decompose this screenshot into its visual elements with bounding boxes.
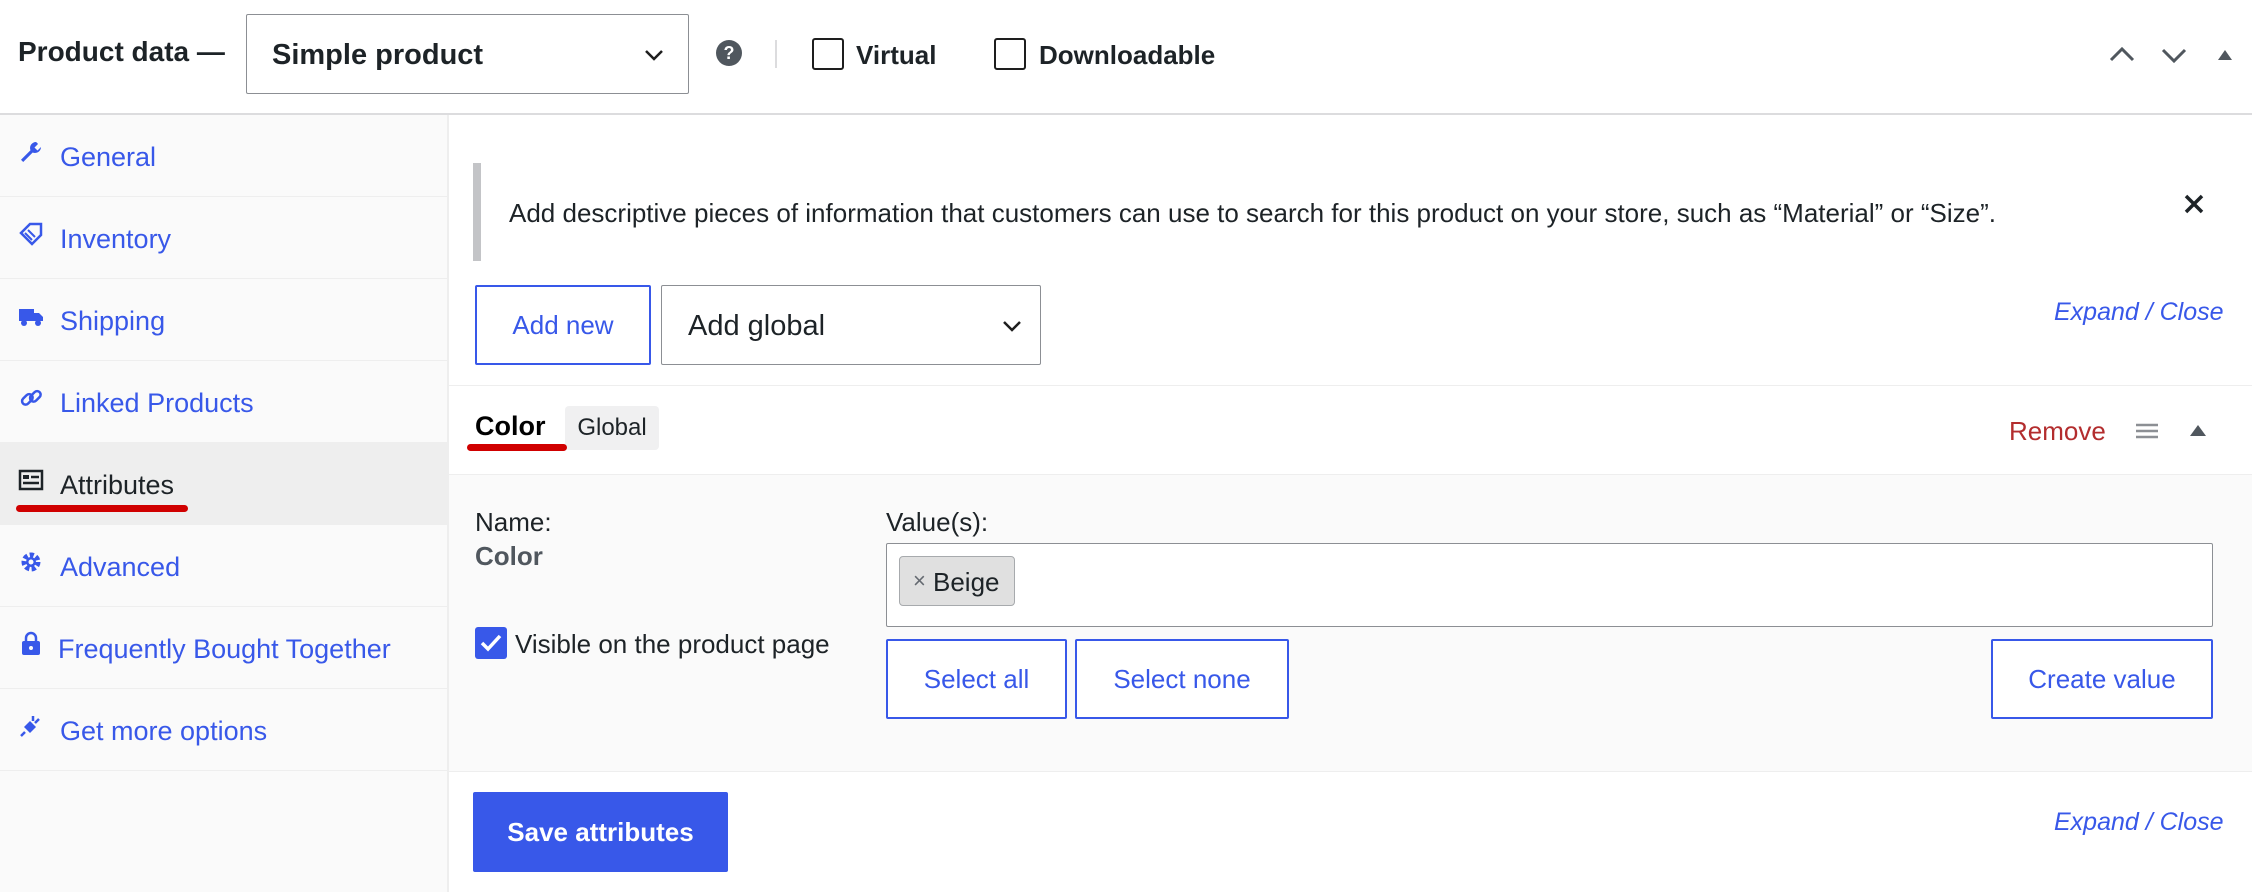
expand-close-link-top[interactable]: Expand / Close xyxy=(2054,298,2224,327)
remove-token-icon[interactable]: × xyxy=(913,568,926,594)
select-all-button[interactable]: Select all xyxy=(886,639,1067,719)
attributes-highlight-underline xyxy=(16,505,188,512)
sidebar-item-label: Inventory xyxy=(60,224,172,254)
add-global-select[interactable]: Add global xyxy=(661,285,1041,365)
sidebar-item-label: Linked Products xyxy=(60,388,254,418)
header-divider xyxy=(775,40,777,68)
truck-icon xyxy=(19,309,43,326)
global-badge: Global xyxy=(565,406,659,450)
select-none-button[interactable]: Select none xyxy=(1075,639,1289,719)
values-label: Value(s): xyxy=(886,507,989,537)
plugin-icon xyxy=(20,716,40,737)
gear-icon xyxy=(21,552,41,572)
virtual-label: Virtual xyxy=(856,40,937,70)
virtual-checkbox[interactable] xyxy=(812,38,844,70)
sidebar-item-label: Advanced xyxy=(60,552,181,582)
chevron-down-icon xyxy=(1003,321,1021,332)
chevron-down-icon xyxy=(645,50,663,61)
wrench-icon xyxy=(21,142,41,162)
attributes-panel: Add descriptive pieces of information th… xyxy=(449,115,2252,892)
help-icon[interactable]: ? xyxy=(716,40,742,66)
remove-attribute-link[interactable]: Remove xyxy=(2009,416,2106,447)
downloadable-checkbox[interactable] xyxy=(994,38,1026,70)
sidebar-item-inventory[interactable]: Inventory xyxy=(0,197,447,279)
save-attributes-button[interactable]: Save attributes xyxy=(473,792,728,872)
attribute-body: Name: Color Value(s): × Beige Visible on… xyxy=(449,475,2252,772)
attribute-header[interactable]: Color Global Remove xyxy=(449,385,2252,475)
add-new-label: Add new xyxy=(512,310,614,340)
checkmark-icon xyxy=(480,634,502,652)
sidebar-item-label: Shipping xyxy=(60,306,166,336)
attribute-title: Color xyxy=(475,411,546,441)
downloadable-label: Downloadable xyxy=(1039,40,1216,70)
product-data-tabs: General Inventory Shipping Linked Produc… xyxy=(0,115,449,892)
link-icon xyxy=(20,389,42,406)
create-value-label: Create value xyxy=(2028,664,2176,694)
sidebar-item-get-more-options[interactable]: Get more options xyxy=(0,689,447,771)
create-value-button[interactable]: Create value xyxy=(1991,639,2213,719)
select-all-label: Select all xyxy=(923,664,1030,694)
collapse-attribute-icon[interactable] xyxy=(2185,418,2211,442)
tag-icon xyxy=(19,222,43,246)
collapse-panel-icon[interactable] xyxy=(2208,38,2242,72)
color-highlight-underline xyxy=(467,444,567,451)
product-type-value: Simple product xyxy=(272,39,484,71)
bag-lock-icon xyxy=(22,631,40,655)
product-data-title: Product data — xyxy=(18,36,225,67)
sidebar-item-shipping[interactable]: Shipping xyxy=(0,279,447,361)
values-input[interactable]: × Beige xyxy=(886,543,2213,627)
sidebar-item-frequently-bought-together[interactable]: Frequently Bought Together xyxy=(0,607,447,689)
sidebar-item-label: General xyxy=(60,142,157,172)
sidebar-item-attributes[interactable]: Attributes xyxy=(0,443,447,525)
attribute-name-value: Color xyxy=(475,541,543,571)
list-icon xyxy=(18,469,44,491)
product-data-header: Product data — Simple product ? Virtual … xyxy=(0,0,2252,115)
add-global-value: Add global xyxy=(688,310,826,342)
name-label: Name: xyxy=(475,507,552,537)
move-down-icon[interactable] xyxy=(2157,38,2191,72)
sidebar-item-advanced[interactable]: Advanced xyxy=(0,525,447,607)
product-type-select[interactable]: Simple product xyxy=(246,14,689,94)
visible-label: Visible on the product page xyxy=(515,629,830,659)
add-new-button[interactable]: Add new xyxy=(475,285,651,365)
sidebar-item-general[interactable]: General xyxy=(0,115,447,197)
sidebar-item-label: Attributes xyxy=(60,470,175,500)
drag-handle-icon[interactable] xyxy=(2134,420,2160,442)
sidebar-item-linked-products[interactable]: Linked Products xyxy=(0,361,447,443)
attributes-notice: Add descriptive pieces of information th… xyxy=(473,163,2233,261)
visible-checkbox[interactable] xyxy=(475,627,507,659)
value-token-label: Beige xyxy=(933,567,1000,597)
notice-text: Add descriptive pieces of information th… xyxy=(509,198,1996,228)
select-none-label: Select none xyxy=(1113,664,1251,694)
value-token: × Beige xyxy=(899,556,1015,606)
move-up-icon[interactable] xyxy=(2105,38,2139,72)
expand-close-link-bottom[interactable]: Expand / Close xyxy=(2054,808,2224,837)
sidebar-item-label: Frequently Bought Together xyxy=(58,634,391,664)
sidebar-item-label: Get more options xyxy=(60,716,268,746)
close-icon[interactable] xyxy=(2179,189,2209,219)
